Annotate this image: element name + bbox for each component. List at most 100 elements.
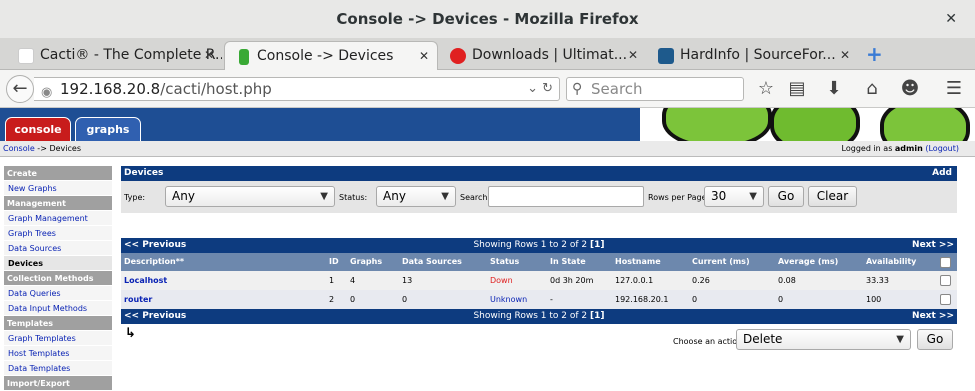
- showing-rows-text: Showing Rows 1 to 2 of 2: [473, 240, 588, 250]
- col-graphs[interactable]: Graphs: [350, 253, 382, 271]
- url-bar[interactable]: ◉ 192.168.20.8/cacti/host.php ⌄ ↻: [34, 77, 560, 101]
- new-tab-icon[interactable]: +: [866, 42, 883, 66]
- breadcrumb-console-link[interactable]: Console: [3, 144, 35, 153]
- table-row: router 2 0 0 Unknown - 192.168.20.1 0 0 …: [121, 290, 957, 309]
- col-status[interactable]: Status: [490, 253, 519, 271]
- action-go-button[interactable]: Go: [917, 329, 953, 350]
- back-button-icon[interactable]: ←: [6, 75, 34, 103]
- console-sidebar: Create New Graphs Management Graph Manag…: [4, 166, 112, 391]
- device-description-link[interactable]: Localhost: [124, 276, 167, 285]
- col-id[interactable]: ID: [329, 253, 339, 271]
- navigation-toolbar: ◉ 192.168.20.8/cacti/host.php ⌄ ↻ ← ⚲ Se…: [0, 70, 975, 108]
- device-average: 0.08: [778, 276, 796, 285]
- col-data-sources[interactable]: Data Sources: [402, 253, 462, 271]
- rows-per-page-label: Rows per Page:: [648, 193, 710, 202]
- chat-icon[interactable]: ☻: [898, 78, 922, 99]
- col-average[interactable]: Average (ms): [778, 253, 838, 271]
- page-number: [1]: [590, 240, 605, 250]
- sidebar-item-graph-trees[interactable]: Graph Trees: [4, 226, 112, 241]
- select-all-checkbox[interactable]: [940, 257, 951, 268]
- sidebar-header-templates: Templates: [4, 316, 112, 331]
- action-select-value: Delete: [743, 332, 783, 346]
- login-user: admin: [894, 144, 923, 153]
- tab-close-icon[interactable]: ✕: [204, 41, 214, 70]
- sidebar-item-graph-templates[interactable]: Graph Templates: [4, 331, 112, 346]
- sidebar-item-graph-management[interactable]: Graph Management: [4, 211, 112, 226]
- col-availability[interactable]: Availability: [866, 253, 916, 271]
- breadcrumb: Console -> Devices: [3, 141, 81, 156]
- device-hostname: 192.168.20.1: [615, 295, 669, 304]
- sidebar-item-new-graphs[interactable]: New Graphs: [4, 181, 112, 196]
- sidebar-header-create: Create: [4, 166, 112, 181]
- chevron-down-icon: ▼: [320, 191, 328, 202]
- device-average: 0: [778, 295, 784, 304]
- device-data-sources: 0: [402, 295, 408, 304]
- device-description-link[interactable]: router: [124, 295, 152, 304]
- globe-icon: [18, 48, 34, 64]
- status-select[interactable]: Any ▼: [376, 186, 456, 207]
- sidebar-item-data-queries[interactable]: Data Queries: [4, 286, 112, 301]
- sidebar-item-data-sources[interactable]: Data Sources: [4, 241, 112, 256]
- showing-rows: Showing Rows 1 to 2 of 2 [1]: [121, 309, 957, 324]
- action-select[interactable]: Delete ▼: [736, 329, 911, 350]
- add-device-link[interactable]: Add: [932, 166, 952, 181]
- cacti-banner: console graphs: [0, 108, 975, 141]
- col-in-state[interactable]: In State: [550, 253, 586, 271]
- device-id: 2: [329, 295, 335, 304]
- chevron-down-icon: ▼: [896, 334, 904, 345]
- type-select[interactable]: Any ▼: [165, 186, 335, 207]
- showing-rows: Showing Rows 1 to 2 of 2 [1]: [121, 238, 957, 253]
- search-input[interactable]: ⚲ Search: [566, 77, 744, 101]
- choose-action-label: Choose an action:: [673, 337, 745, 346]
- breadcrumb-current: Devices: [49, 144, 81, 153]
- tab-close-icon[interactable]: ✕: [840, 41, 850, 70]
- download-icon[interactable]: ⬇: [822, 78, 846, 99]
- go-button[interactable]: Go: [768, 186, 804, 207]
- sidebar-item-data-templates[interactable]: Data Templates: [4, 361, 112, 376]
- tab-close-icon[interactable]: ✕: [628, 41, 638, 70]
- tab-cacti[interactable]: Cacti® - The Complete R... ✕: [8, 41, 222, 70]
- home-icon[interactable]: ⌂: [860, 78, 884, 99]
- sidebar-item-devices[interactable]: Devices: [4, 256, 112, 271]
- status-select-value: Any: [383, 189, 406, 203]
- sidebar-header-import-export: Import/Export: [4, 376, 112, 391]
- col-hostname[interactable]: Hostname: [615, 253, 661, 271]
- col-current[interactable]: Current (ms): [692, 253, 750, 271]
- device-data-sources: 13: [402, 276, 413, 285]
- search-icon: ⚲: [572, 81, 583, 97]
- window-titlebar: Console -> Devices - Mozilla Firefox ✕: [0, 0, 975, 38]
- device-id: 1: [329, 276, 335, 285]
- tab-hardinfo[interactable]: HardInfo | SourceFor... ✕: [648, 41, 858, 70]
- clear-button[interactable]: Clear: [808, 186, 857, 207]
- col-description[interactable]: Description**: [124, 253, 184, 271]
- ultimate-favicon-icon: [450, 48, 466, 64]
- console-tab[interactable]: console: [5, 117, 71, 141]
- tab-close-icon[interactable]: ✕: [419, 42, 429, 70]
- dropdown-reload-icon[interactable]: ⌄ ↻: [527, 78, 553, 100]
- page-number: [1]: [590, 311, 605, 321]
- sidebar-item-data-input-methods[interactable]: Data Input Methods: [4, 301, 112, 316]
- graphs-tab[interactable]: graphs: [75, 117, 141, 141]
- next-link[interactable]: Next >>: [912, 309, 954, 324]
- close-window-icon[interactable]: ✕: [945, 0, 957, 38]
- tab-console-devices[interactable]: Console -> Devices ✕: [224, 41, 438, 70]
- chevron-down-icon: ▼: [749, 191, 757, 202]
- table-header: Description** ID Graphs Data Sources Sta…: [121, 253, 957, 271]
- sidebar-item-host-templates[interactable]: Host Templates: [4, 346, 112, 361]
- type-select-value: Any: [172, 189, 195, 203]
- next-link[interactable]: Next >>: [912, 238, 954, 253]
- logout-link[interactable]: (Logout): [925, 144, 959, 153]
- sidebar-header-collection-methods: Collection Methods: [4, 271, 112, 286]
- action-area: ↳ Choose an action: Delete ▼ Go: [121, 324, 957, 358]
- bookmark-star-icon[interactable]: ☆: [754, 78, 778, 99]
- row-checkbox[interactable]: [940, 294, 951, 305]
- rows-per-page-select[interactable]: 30 ▼: [704, 186, 764, 207]
- device-current: 0: [692, 295, 698, 304]
- menu-icon[interactable]: ☰: [942, 78, 966, 99]
- device-graphs: 4: [350, 276, 356, 285]
- device-search-input[interactable]: [488, 186, 644, 207]
- row-checkbox[interactable]: [940, 275, 951, 286]
- reading-list-icon[interactable]: ▤: [785, 78, 809, 99]
- globe-icon: ◉: [41, 85, 53, 100]
- tab-downloads[interactable]: Downloads | Ultimat... ✕: [440, 41, 646, 70]
